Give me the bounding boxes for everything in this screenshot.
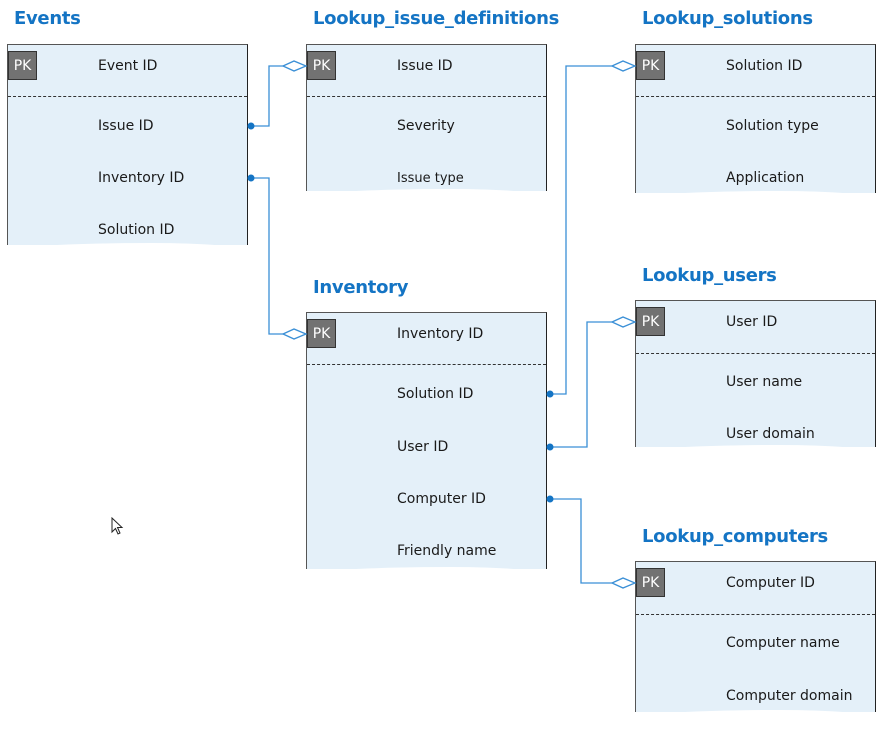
dot-icon bbox=[247, 122, 255, 130]
diamond-icon bbox=[610, 316, 637, 328]
connector-inventory-solution bbox=[550, 65, 612, 395]
connector-inventory-computer bbox=[550, 498, 612, 584]
relationship-connectors bbox=[247, 60, 637, 589]
connector-inventory-user bbox=[550, 321, 612, 448]
dot-icon bbox=[546, 495, 554, 503]
dot-icon bbox=[546, 390, 554, 398]
connector-events-issue bbox=[251, 65, 285, 127]
connector-events-inventory bbox=[251, 177, 283, 335]
diamond-icon bbox=[281, 328, 308, 340]
diamond-icon bbox=[610, 577, 637, 589]
diamond-icon bbox=[610, 60, 637, 72]
dot-icon bbox=[546, 443, 554, 451]
dot-icon bbox=[247, 174, 255, 182]
mouse-cursor-icon bbox=[111, 517, 124, 535]
diamond-icon bbox=[281, 60, 308, 72]
